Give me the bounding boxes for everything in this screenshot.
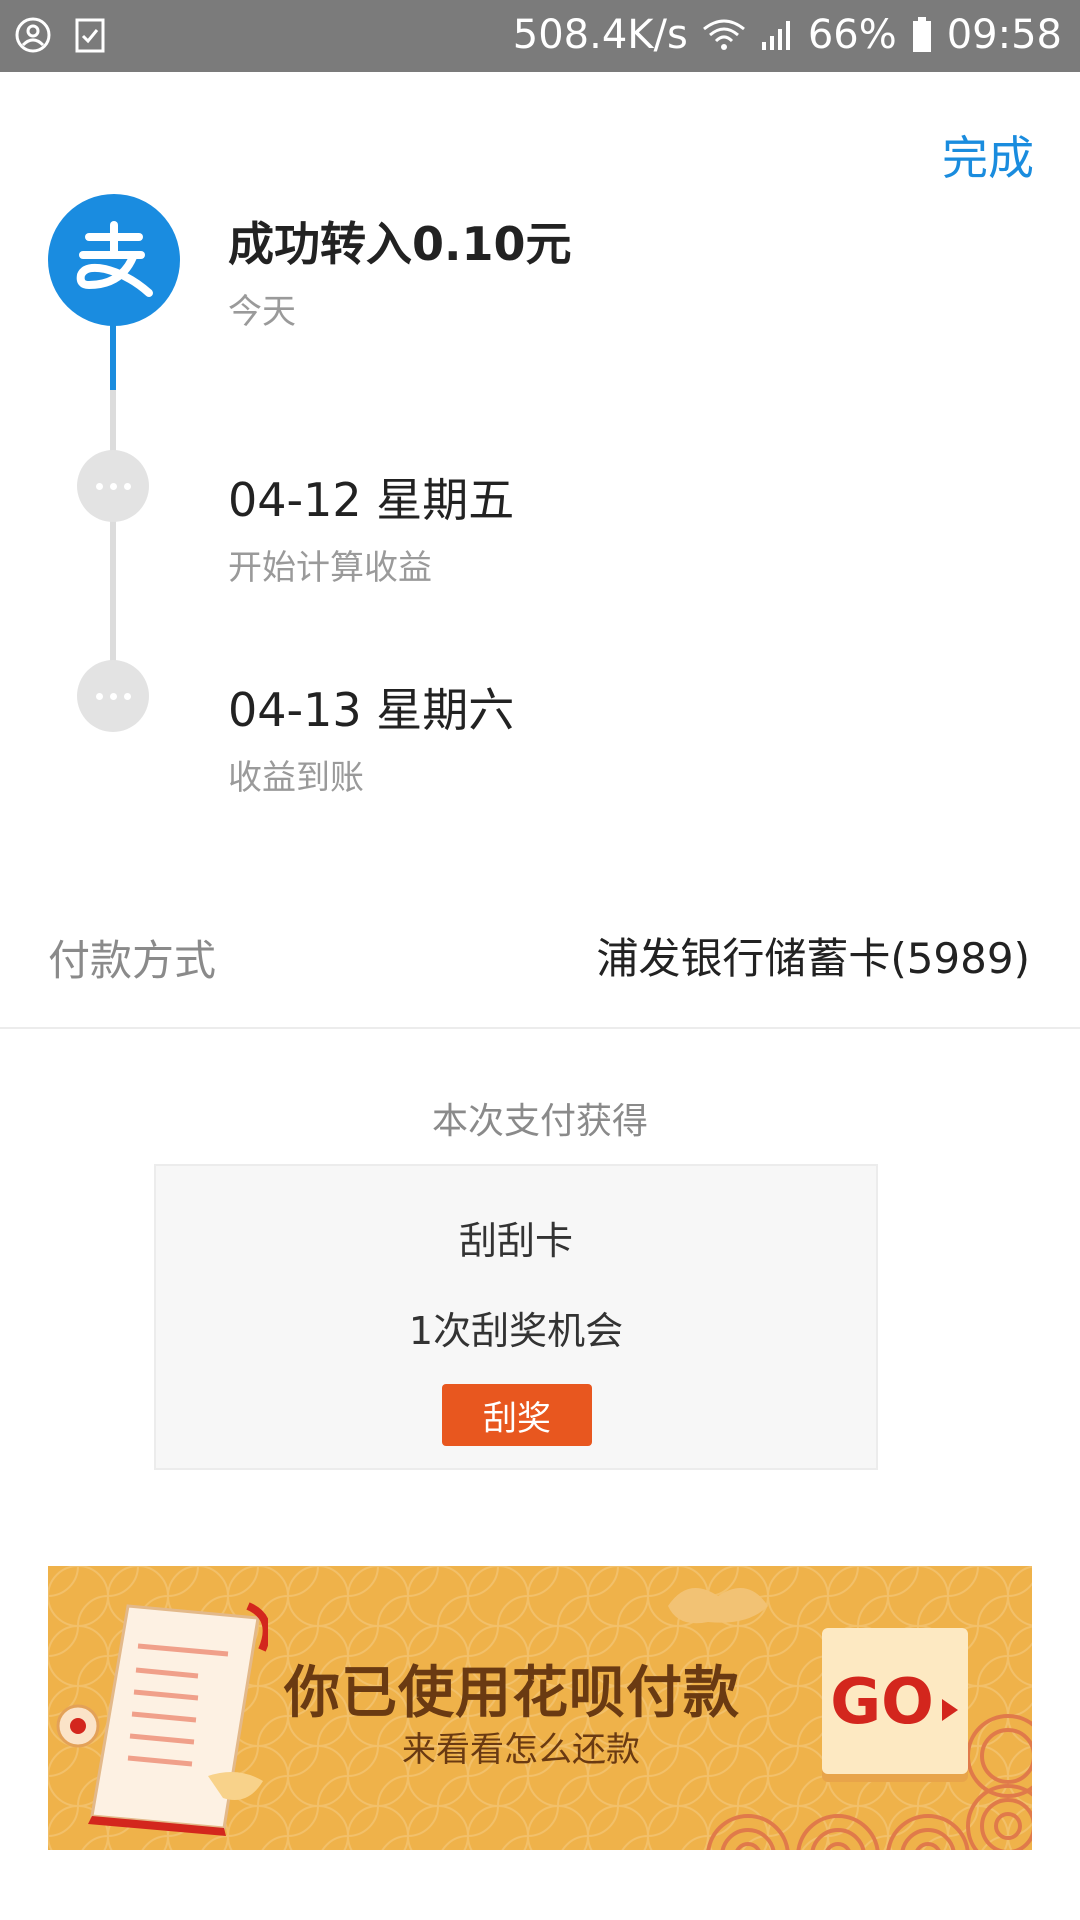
alipay-logo-icon [48,194,180,326]
step-2-subtitle: 开始计算收益 [228,548,432,588]
scratch-button[interactable]: 刮奖 [442,1384,592,1446]
done-button[interactable]: 完成 [942,122,1034,188]
go-button[interactable]: GO [822,1628,968,1774]
banner-title: 你已使用花呗付款 [284,1661,740,1726]
status-bar: 508.4K/s 66% 09:58 [0,0,1080,72]
scratch-card-desc: 1次刮奖机会 [408,1309,624,1353]
step-1-subtitle: 今天 [228,292,296,332]
battery-icon [911,16,933,54]
go-label: GO [830,1664,934,1738]
scratch-card: 刮刮卡 1次刮奖机会 刮奖 [154,1164,878,1470]
pending-dots-icon [77,450,149,522]
step-2-title: 04-12 星期五 [228,473,515,527]
payment-method-row: 付款方式 浦发银行储蓄卡(5989) [0,905,1080,1025]
reward-heading: 本次支付获得 [431,1101,648,1142]
play-arrow-icon [940,1665,960,1738]
banner-subtitle: 来看看怎么还款 [402,1730,640,1770]
wifi-icon [702,17,746,53]
payment-method-label: 付款方式 [48,936,217,985]
pending-dots-icon [77,660,149,732]
account-icon [14,16,52,54]
clock: 09:58 [946,12,1062,58]
payment-method-value: 浦发银行储蓄卡(5989) [596,934,1030,983]
battery-percent: 66% [807,12,897,58]
network-speed: 508.4K/s [512,12,688,58]
step-3-subtitle: 收益到账 [228,758,364,798]
bill-scroll-icon [56,1602,268,1836]
huabei-banner[interactable]: 你已使用花呗付款 来看看怎么还款 GO [48,1566,1032,1850]
step-3-title: 04-13 星期六 [228,683,515,737]
task-check-icon [74,16,106,54]
step-1-title: 成功转入0.10元 [228,217,572,271]
scratch-card-title: 刮刮卡 [458,1219,573,1263]
timeline-pending-line [110,390,116,690]
divider [0,1027,1080,1029]
signal-icon [760,18,794,52]
